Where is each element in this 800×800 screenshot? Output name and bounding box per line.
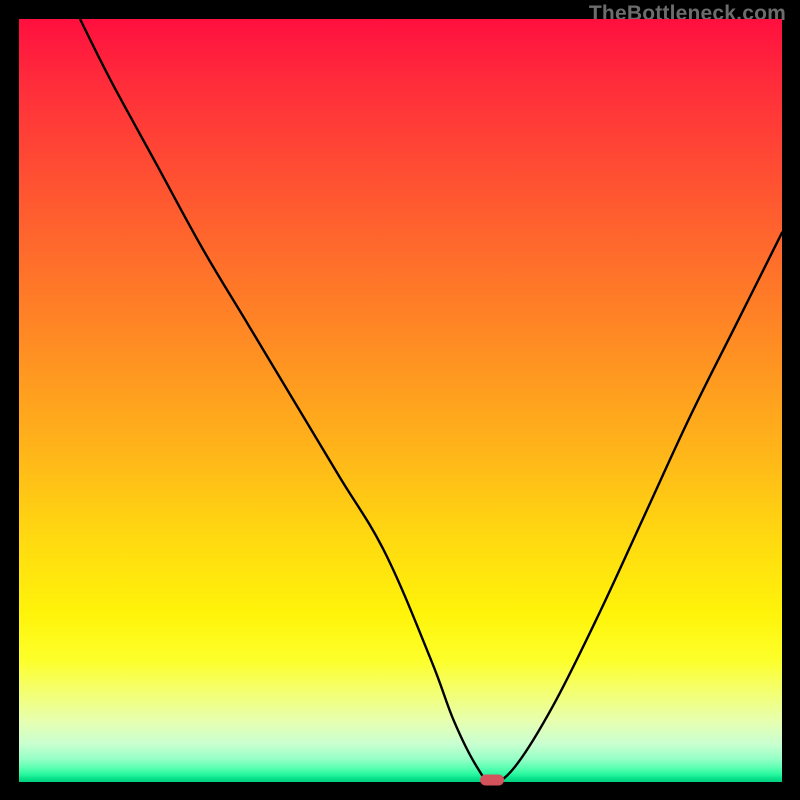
bottleneck-curve: [80, 19, 782, 782]
curve-svg: [19, 19, 782, 782]
minimum-marker: [480, 775, 504, 786]
chart-container: TheBottleneck.com: [0, 0, 800, 800]
plot-area: [19, 19, 782, 782]
